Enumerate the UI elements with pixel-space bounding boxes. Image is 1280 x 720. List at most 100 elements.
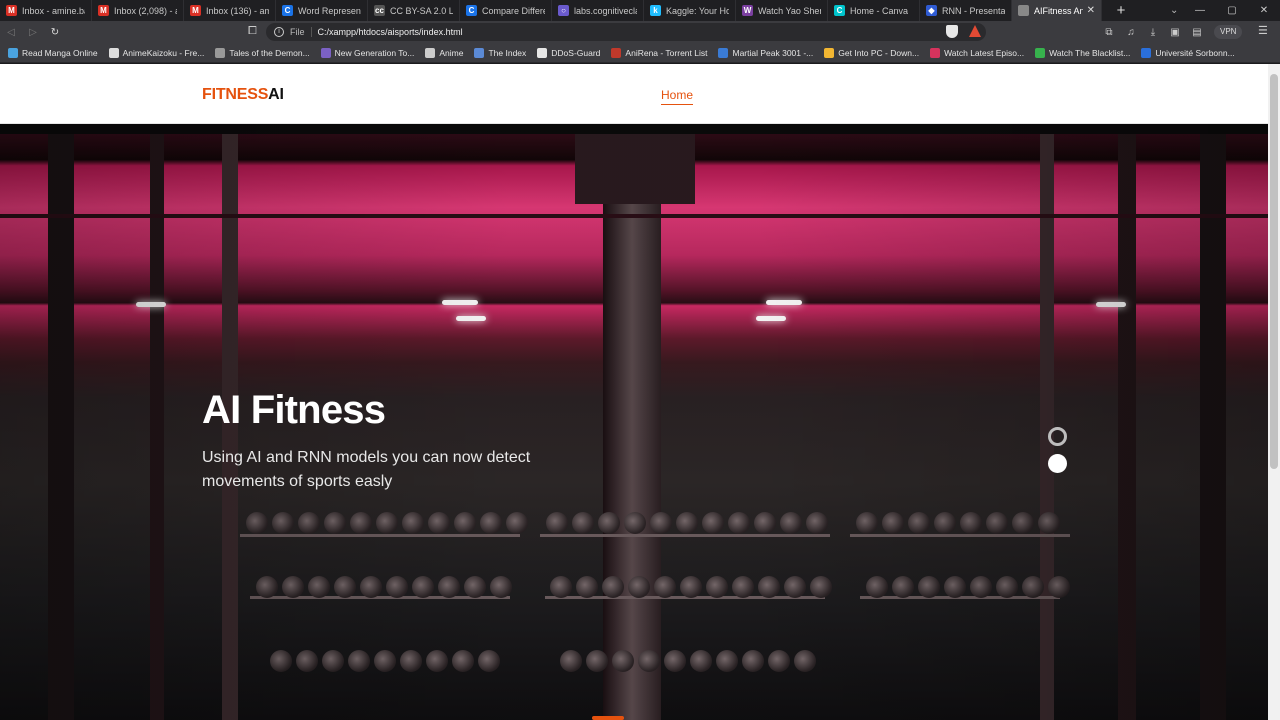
slider-dot-1[interactable] [1048,427,1067,446]
canva-icon: C [834,5,845,16]
gmail-icon: M [98,5,109,16]
bookmark-item[interactable]: Tales of the Demon... [215,47,310,58]
window-controls: — ▢ ✕ [1184,0,1280,21]
url-bar[interactable]: i File C:/xampp/htdocs/aisports/index.ht… [266,23,986,41]
hero-banner: AI Fitness Using AI and RNN models you c… [0,124,1268,720]
wallet-icon[interactable]: ▤ [1186,27,1208,38]
close-window-button[interactable]: ✕ [1248,0,1280,21]
bookmark-label: Watch Latest Episo... [944,47,1025,58]
browser-tab[interactable]: W Watch Yao Shen Ji [736,0,828,21]
url-text[interactable]: C:/xampp/htdocs/aisports/index.html [318,27,463,37]
gmail-icon: M [6,5,17,16]
tab-title: AIFitness Ani [1034,5,1083,16]
menu-icon[interactable]: ☰ [1258,24,1268,37]
bookmark-label: Tales of the Demon... [229,47,310,58]
scheme-label: File [290,27,312,37]
tab-search-button[interactable]: ⌄ [1170,5,1178,16]
bookmark-label: Get Into PC - Down... [838,47,920,58]
tab-title: Inbox (136) - amin [206,5,269,16]
bookmark-label: The Index [488,47,527,58]
minimize-button[interactable]: — [1184,0,1216,21]
bookmark-favicon-icon [108,47,119,58]
forward-button[interactable]: ▷ [22,27,44,38]
browser-tab[interactable]: AIFitness Ani ✕ [1012,0,1102,21]
site-header: FITNESSAI Home [0,64,1268,124]
gmail-icon: M [190,5,201,16]
browser-tab[interactable]: M Inbox - amine.baki [0,0,92,21]
toolbar-actions: ⧉ ♫ ⤓ ▣ ▤ [1098,21,1208,43]
tab-title: Inbox (2,098) - ami [114,5,177,16]
reload-button[interactable]: ↻ [44,27,66,38]
bookmark-favicon-icon [1141,47,1152,58]
bookmark-item[interactable]: Martial Peak 3001 -... [718,47,813,58]
page-icon [1018,5,1029,16]
brave-shield-icon[interactable] [946,25,958,38]
browser-tab[interactable]: M Inbox (2,098) - ami [92,0,184,21]
cc-icon: cc [374,5,385,16]
vpn-button[interactable]: VPN [1214,25,1243,39]
browser-tab[interactable]: ○ labs.cognitiveclass [552,0,644,21]
bookmark-label: Université Sorbonn... [1155,47,1235,58]
sidebar-icon[interactable]: ▣ [1164,27,1186,38]
slider-dot-2[interactable] [1048,454,1067,473]
tab-title: Kaggle: Your Home [666,5,729,16]
bookmark-item[interactable]: Watch Latest Episo... [930,47,1025,58]
browser-tab[interactable]: ◆ RNN - Presentatio [920,0,1012,21]
browser-tab[interactable]: C Home - Canva [828,0,920,21]
bookmark-favicon-icon [425,47,436,58]
c-icon: C [466,5,477,16]
bookmark-item[interactable]: DDoS-Guard [537,47,600,58]
kaggle-icon: k [650,5,661,16]
download-icon[interactable]: ⤓ [1142,27,1164,38]
bookmark-item[interactable]: AniRena - Torrent List [611,47,708,58]
media-icon[interactable]: ♫ [1120,27,1142,38]
bookmark-item[interactable]: New Generation To... [320,47,414,58]
tab-title: labs.cognitiveclass [574,5,637,16]
tab-title: CC BY-SA 2.0 Lega [390,5,453,16]
browser-tab[interactable]: C Compare Different [460,0,552,21]
brave-rewards-icon[interactable] [969,25,981,37]
bookmark-icon[interactable]: ⧠ [248,25,257,38]
bookmark-item[interactable]: Anime [425,47,463,58]
bookmark-item[interactable]: Read Manga Online [8,47,98,58]
extensions-icon[interactable]: ⧉ [1098,27,1120,38]
bookmark-label: AniRena - Torrent List [625,47,708,58]
bookmark-item[interactable]: AnimeKaizoku - Fre... [108,47,205,58]
browser-tab[interactable]: C Word Representati [276,0,368,21]
brave-icon: ◆ [926,5,937,16]
browser-tab[interactable]: cc CC BY-SA 2.0 Lega [368,0,460,21]
nav-home-link[interactable]: Home [661,88,694,105]
w-icon: W [742,5,753,16]
c-icon: C [282,5,293,16]
bookmark-item[interactable]: Watch The Blacklist... [1035,47,1131,58]
bookmark-favicon-icon [8,47,18,58]
tab-title: Compare Different [482,5,545,16]
bookmark-label: Watch The Blacklist... [1049,47,1131,58]
bookmark-favicon-icon [215,47,226,58]
close-tab-icon[interactable]: ✕ [1083,5,1095,16]
logo-part-ai: AI [268,86,284,103]
page-scrollbar[interactable] [1268,64,1280,720]
maximize-button[interactable]: ▢ [1216,0,1248,21]
globe-icon: ○ [558,5,569,16]
bookmark-favicon-icon [824,47,835,58]
web-page: FITNESSAI Home AI Fitness Using AI and R… [0,64,1268,720]
bookmark-item[interactable]: Université Sorbonn... [1141,47,1235,58]
bookmark-item[interactable]: Get Into PC - Down... [824,47,920,58]
browser-tab[interactable]: k Kaggle: Your Home [644,0,736,21]
bookmark-item[interactable]: The Index [474,47,527,58]
browser-tab[interactable]: M Inbox (136) - amin [184,0,276,21]
info-icon[interactable]: i [274,27,284,37]
new-tab-button[interactable]: + [1110,2,1132,19]
scrollbar-thumb[interactable] [1270,74,1278,469]
tab-title: RNN - Presentatio [942,5,1005,16]
site-logo[interactable]: FITNESSAI [202,86,284,104]
bookmark-favicon-icon [611,47,622,58]
bookmarks-bar: Read Manga Online AnimeKaizoku - Fre... Ta… [0,43,1280,63]
bookmark-favicon-icon [1035,47,1046,58]
bookmark-label: AnimeKaizoku - Fre... [122,47,205,58]
back-button[interactable]: ◁ [0,27,22,38]
tab-title: Inbox - amine.baki [22,5,85,16]
bookmark-favicon-icon [718,47,729,58]
hero-title: AI Fitness [202,388,386,432]
